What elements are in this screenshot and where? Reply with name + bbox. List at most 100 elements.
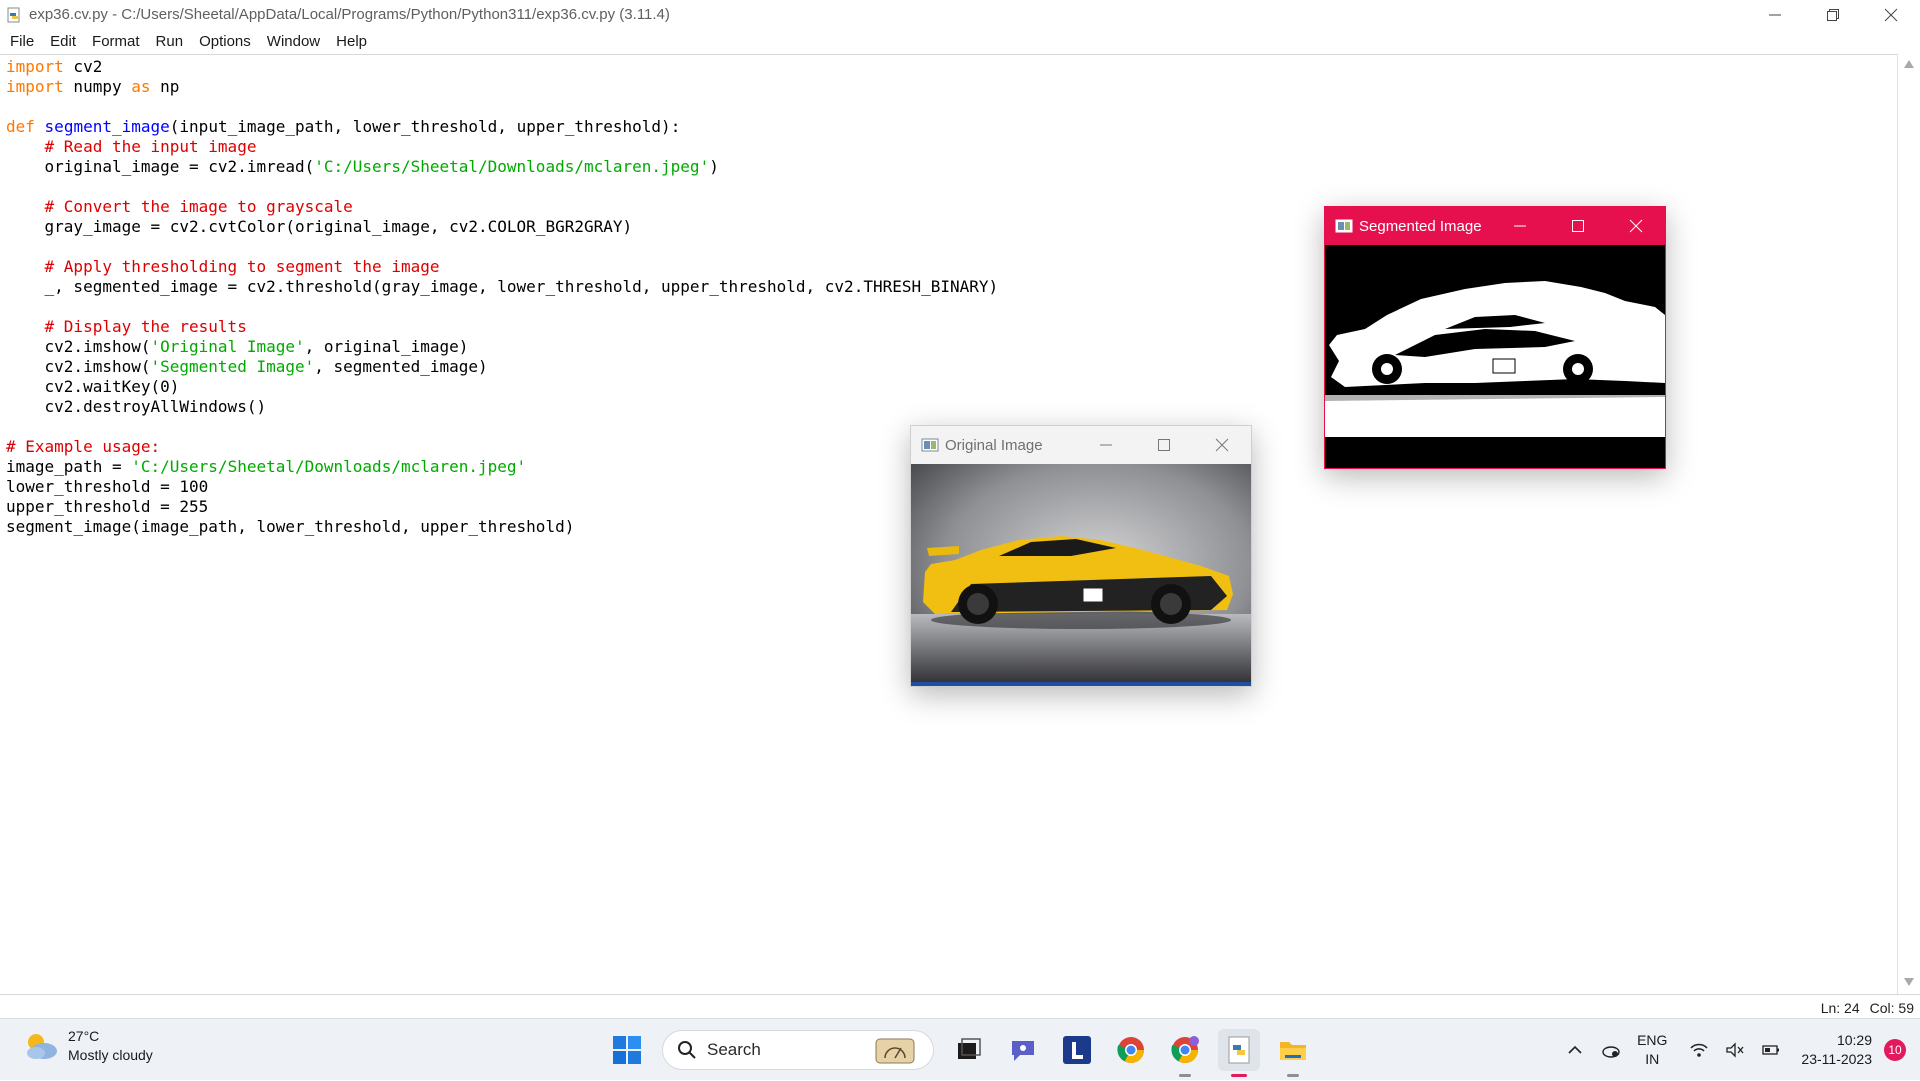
code-line[interactable]: cv2.destroyAllWindows() xyxy=(6,397,998,417)
battery-button[interactable] xyxy=(1756,1035,1786,1065)
code-line[interactable]: # Apply thresholding to segment the imag… xyxy=(6,257,998,277)
code-token: cv2.imshow( xyxy=(6,357,151,376)
menu-run[interactable]: Run xyxy=(148,29,192,54)
taskbar-teams[interactable] xyxy=(1002,1029,1044,1071)
original-car-image xyxy=(911,464,1251,686)
minimize-button[interactable] xyxy=(1746,0,1804,29)
code-line[interactable]: cv2.imshow('Original Image', original_im… xyxy=(6,337,998,357)
code-line[interactable]: _, segmented_image = cv2.threshold(gray_… xyxy=(6,277,999,297)
cursor-col: Col: 59 xyxy=(1869,1000,1914,1016)
code-token: image_path = xyxy=(6,457,132,476)
running-indicator xyxy=(1287,1074,1299,1077)
clock-date: 23-11-2023 xyxy=(1801,1051,1872,1067)
code-line[interactable]: cv2.imshow('Segmented Image', segmented_… xyxy=(6,357,998,377)
code-line[interactable]: import cv2 xyxy=(6,57,998,77)
code-token: # Read the input image xyxy=(44,137,257,156)
language-indicator[interactable]: ENG IN xyxy=(1637,1031,1667,1069)
scroll-up-icon[interactable] xyxy=(1904,60,1914,68)
maximize-icon xyxy=(1158,439,1170,451)
taskbar-l-app[interactable] xyxy=(1056,1029,1098,1071)
code-token: as xyxy=(131,77,151,96)
restore-button[interactable] xyxy=(1804,0,1862,29)
code-line[interactable]: image_path = 'C:/Users/Sheetal/Downloads… xyxy=(6,457,998,477)
windows-icon xyxy=(613,1036,641,1064)
code-token: import xyxy=(6,77,64,96)
code-line[interactable] xyxy=(6,97,998,117)
wifi-button[interactable] xyxy=(1684,1035,1714,1065)
battery-icon xyxy=(1762,1045,1780,1055)
code-line[interactable] xyxy=(6,177,998,197)
code-line[interactable]: lower_threshold = 100 xyxy=(6,477,998,497)
original-close-button[interactable] xyxy=(1193,426,1251,464)
code-token: _, segmented_image = cv2.threshold(gray_… xyxy=(6,277,999,296)
segmented-close-button[interactable] xyxy=(1607,207,1665,245)
l-app-icon xyxy=(1063,1036,1091,1064)
minimize-icon xyxy=(1769,14,1781,15)
taskbar-apps: Search xyxy=(600,1029,1320,1077)
code-token: # Display the results xyxy=(44,317,247,336)
taskbar-task-view[interactable] xyxy=(948,1029,990,1071)
code-line[interactable]: # Example usage: xyxy=(6,437,998,457)
code-line[interactable]: original_image = cv2.imread('C:/Users/Sh… xyxy=(6,157,998,177)
menu-window[interactable]: Window xyxy=(259,29,328,54)
volume-button[interactable] xyxy=(1720,1035,1750,1065)
code-line[interactable]: import numpy as np xyxy=(6,77,998,97)
original-image-titlebar[interactable]: Original Image xyxy=(911,426,1251,464)
taskbar-file-explorer[interactable] xyxy=(1272,1029,1314,1077)
close-button[interactable] xyxy=(1862,0,1920,29)
segmented-maximize-button[interactable] xyxy=(1549,207,1607,245)
menu-bar: File Edit Format Run Options Window Help xyxy=(0,29,1920,54)
menu-file[interactable]: File xyxy=(2,29,42,54)
segmented-image-titlebar[interactable]: Segmented Image xyxy=(1325,207,1665,245)
taskbar-search[interactable]: Search xyxy=(662,1030,934,1070)
menu-format[interactable]: Format xyxy=(84,29,148,54)
menu-edit[interactable]: Edit xyxy=(42,29,84,54)
clock[interactable]: 10:29 23-11-2023 xyxy=(1801,1031,1872,1069)
running-indicator xyxy=(1179,1074,1191,1077)
scroll-down-icon[interactable] xyxy=(1904,978,1914,986)
code-line[interactable]: # Display the results xyxy=(6,317,998,337)
code-line[interactable]: # Read the input image xyxy=(6,137,998,157)
code-line[interactable] xyxy=(6,417,998,437)
code-token: original_image = cv2.imread( xyxy=(6,157,315,176)
code-token: cv2.waitKey(0) xyxy=(6,377,180,396)
weather-desc: Mostly cloudy xyxy=(68,1047,153,1063)
weather-widget[interactable]: 27°C Mostly cloudy xyxy=(22,1027,153,1065)
menu-help[interactable]: Help xyxy=(328,29,375,54)
segmented-image-window[interactable]: Segmented Image xyxy=(1324,206,1666,469)
original-image-window[interactable]: Original Image xyxy=(910,425,1252,687)
notification-badge[interactable]: 10 xyxy=(1884,1039,1906,1061)
wifi-icon xyxy=(1690,1043,1708,1057)
start-button[interactable] xyxy=(606,1029,648,1071)
code-line[interactable]: cv2.waitKey(0) xyxy=(6,377,998,397)
code-token: # Convert the image to grayscale xyxy=(44,197,353,216)
code-line[interactable]: # Convert the image to grayscale xyxy=(6,197,998,217)
segmented-image-title: Segmented Image xyxy=(1359,217,1482,235)
segmented-minimize-button[interactable] xyxy=(1491,207,1549,245)
code-line[interactable]: def segment_image(input_image_path, lowe… xyxy=(6,117,998,137)
chrome-icon xyxy=(1117,1037,1145,1064)
image-window-icon xyxy=(1335,219,1353,233)
weather-temp: 27°C xyxy=(68,1028,100,1044)
taskbar-python-idle[interactable] xyxy=(1218,1029,1260,1077)
onedrive-button[interactable] xyxy=(1596,1035,1626,1065)
window-title: exp36.cv.py - C:/Users/Sheetal/AppData/L… xyxy=(29,6,670,23)
code-line[interactable] xyxy=(6,237,998,257)
taskbar-chrome[interactable] xyxy=(1110,1029,1152,1071)
task-view-icon xyxy=(958,1038,981,1059)
code-token: # Example usage: xyxy=(6,437,161,456)
show-hidden-icons-button[interactable] xyxy=(1560,1035,1590,1065)
code-line[interactable]: segment_image(image_path, lower_threshol… xyxy=(6,517,998,537)
menu-options[interactable]: Options xyxy=(191,29,259,54)
code-line[interactable]: upper_threshold = 255 xyxy=(6,497,998,517)
taskbar-chrome-profile[interactable] xyxy=(1164,1029,1206,1077)
taskbar: 27°C Mostly cloudy Search ENG IN 10:29 2… xyxy=(0,1018,1920,1080)
code-line[interactable] xyxy=(6,297,998,317)
original-maximize-button[interactable] xyxy=(1135,426,1193,464)
code-text[interactable]: import cv2 import numpy as np def segment_… xyxy=(6,57,998,537)
original-minimize-button[interactable] xyxy=(1077,426,1135,464)
code-token: upper_threshold = 255 xyxy=(6,497,209,516)
vertical-scrollbar[interactable] xyxy=(1898,54,1920,994)
code-line[interactable]: gray_image = cv2.cvtColor(original_image… xyxy=(6,217,998,237)
